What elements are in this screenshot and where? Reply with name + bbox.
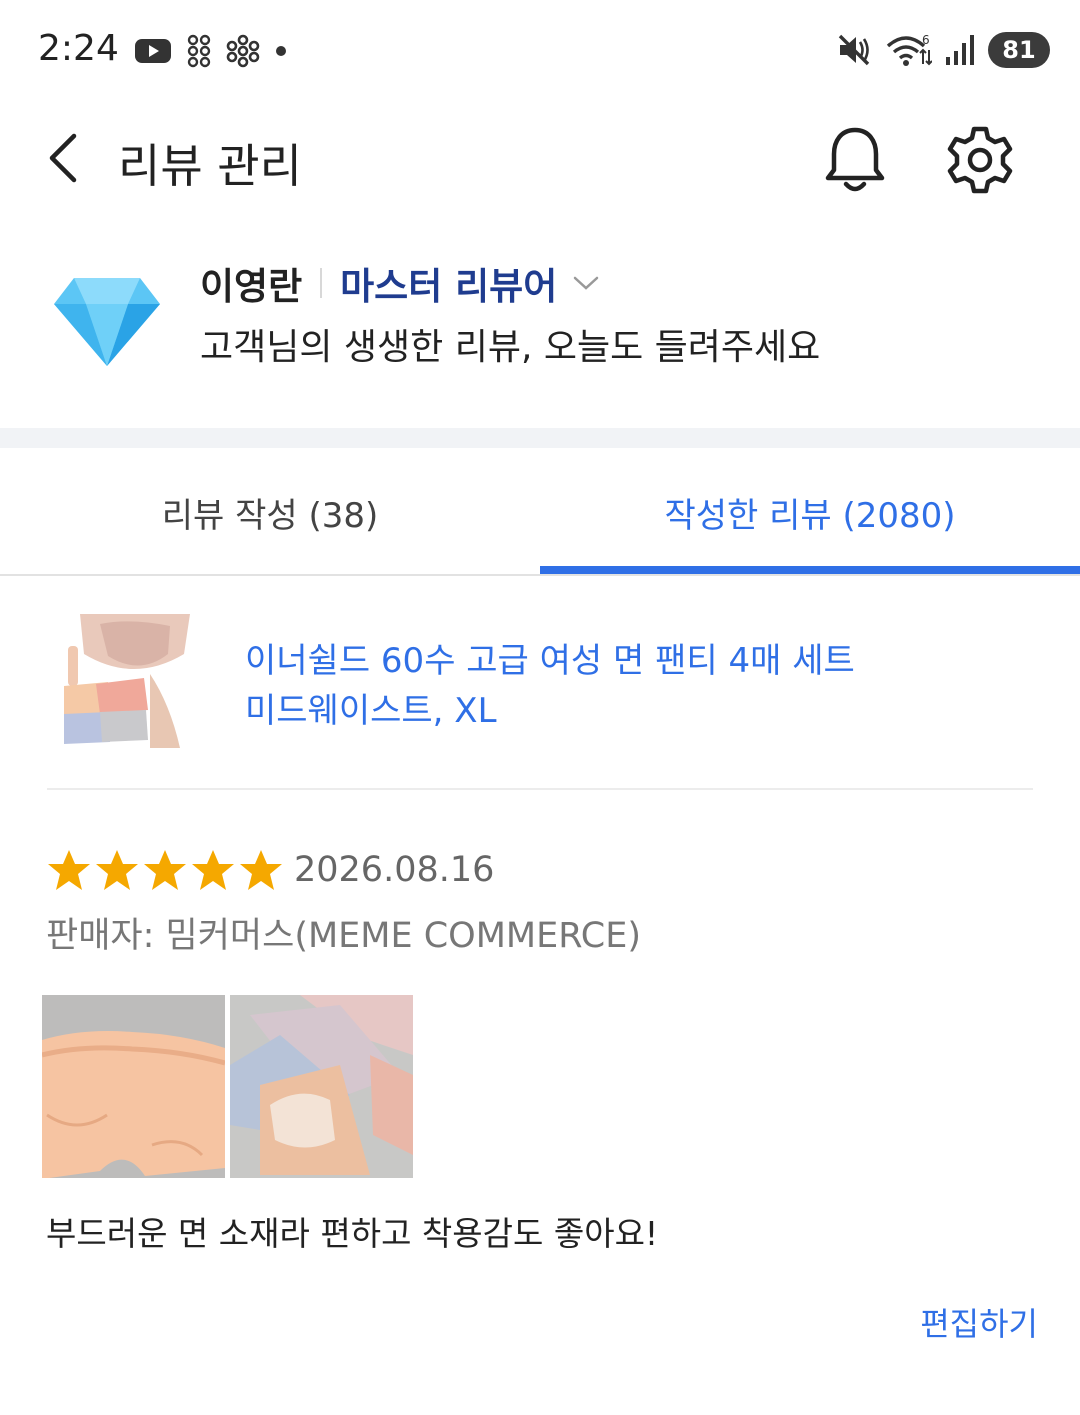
name-divider [320, 268, 323, 298]
edit-review-button[interactable]: 편집하기 [920, 1302, 1038, 1346]
gear-icon [947, 126, 1013, 194]
app-grid-icon [187, 34, 211, 68]
product-thumbnail[interactable] [60, 614, 190, 748]
back-button[interactable] [38, 128, 88, 188]
product-title[interactable]: 이너쉴드 60수 고급 여성 면 팬티 4매 세트 [245, 636, 855, 686]
page-title: 리뷰 관리 [118, 139, 302, 193]
star-icon [240, 850, 282, 890]
section-divider [47, 788, 1033, 790]
svg-text:6: 6 [922, 33, 930, 47]
review-photo[interactable] [42, 995, 225, 1178]
user-name: 이영란 [200, 265, 303, 308]
signal-icon [946, 35, 974, 65]
star-icon [144, 850, 186, 890]
mute-icon [838, 34, 870, 66]
wifi-icon: 6 [886, 33, 932, 66]
section-gap [0, 428, 1080, 448]
bell-icon [825, 127, 885, 192]
rating-stars [46, 848, 284, 892]
review-photo[interactable] [230, 995, 413, 1178]
review-text: 부드러운 면 소재라 편하고 착용감도 좋아요! [46, 1214, 659, 1253]
product-option[interactable]: 미드웨이스트, XL [245, 686, 497, 736]
star-icon [192, 850, 234, 890]
reviewer-grade[interactable]: 마스터 리뷰어 [340, 256, 557, 310]
flower-icon [226, 34, 260, 68]
notification-button[interactable] [822, 124, 888, 196]
profile-header: 이영란 마스터 리뷰어 [200, 258, 601, 308]
profile-message: 고객님의 생생한 리뷰, 오늘도 들려주세요 [200, 327, 821, 368]
settings-button[interactable] [944, 124, 1016, 196]
status-time: 2:24 [38, 28, 119, 69]
diamond-badge-icon [54, 278, 160, 366]
review-date: 2026.08.16 [294, 850, 495, 890]
youtube-icon [135, 39, 171, 63]
battery-indicator: 81 [988, 32, 1050, 68]
dot-icon [276, 46, 286, 56]
status-right-icons: 6 81 [836, 30, 1050, 70]
tab-review-write[interactable]: 리뷰 작성 (38) [0, 448, 540, 576]
tabs-divider [0, 574, 1080, 576]
star-icon [96, 850, 138, 890]
status-left-icons [134, 34, 288, 68]
seller-name: 판매자: 밈커머스(MEME COMMERCE) [46, 916, 642, 956]
tab-written-reviews[interactable]: 작성한 리뷰 (2080) [540, 448, 1080, 576]
star-icon [48, 850, 90, 890]
chevron-down-icon[interactable] [571, 273, 601, 293]
active-tab-indicator [540, 566, 1080, 574]
back-arrow-icon [49, 133, 77, 183]
